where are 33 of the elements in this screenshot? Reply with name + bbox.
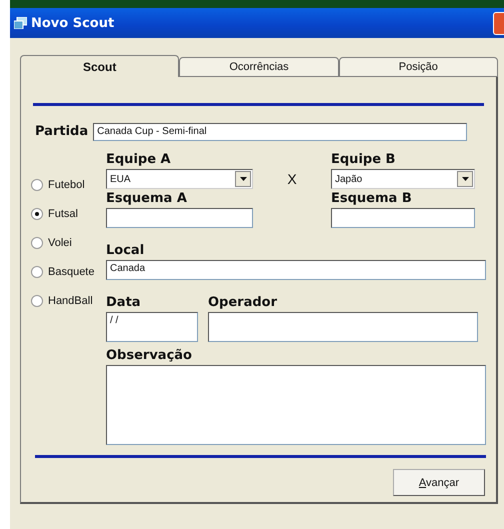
window-icon [14,17,27,29]
tab[interactable]: Scout [20,55,180,77]
field-label: Equipe B [331,153,396,167]
field-label: Local [106,244,146,258]
field-label: Observação [106,349,193,363]
field-label: Partida [35,125,88,139]
text-area[interactable] [106,365,486,445]
next-button[interactable]: Avançar [393,469,485,496]
radio-option[interactable]: HandBall [31,292,106,310]
field-label: Esquema A [106,192,188,206]
input-field[interactable]: Canada Cup - Semi-final [93,123,468,141]
window-title: Novo Scout [31,16,114,30]
input-field[interactable]: / / [106,312,198,342]
caret-icon [240,177,246,181]
versus-text: X [286,171,298,189]
field-label: Data [106,296,142,310]
dropdown[interactable]: EUA [106,169,253,189]
caret-icon [462,177,468,181]
radio-option[interactable]: Basquete [31,263,106,281]
close-button[interactable] [493,12,504,35]
radio-option[interactable]: Futsal [31,205,106,223]
input-field[interactable] [106,208,253,228]
tab[interactable]: Ocorrências [179,57,339,77]
field-label: Operador [208,296,278,310]
radio-option[interactable]: Volei [31,234,106,252]
field-label: Equipe A [106,153,172,167]
input-field[interactable] [208,312,478,342]
input-field[interactable] [331,208,475,228]
tab[interactable]: Posição [338,57,498,77]
radio-option[interactable]: Futebol [31,176,106,194]
input-field[interactable]: Canada [106,260,486,280]
dropdown[interactable]: Japão [331,169,475,189]
field-label: Esquema B [331,192,413,206]
